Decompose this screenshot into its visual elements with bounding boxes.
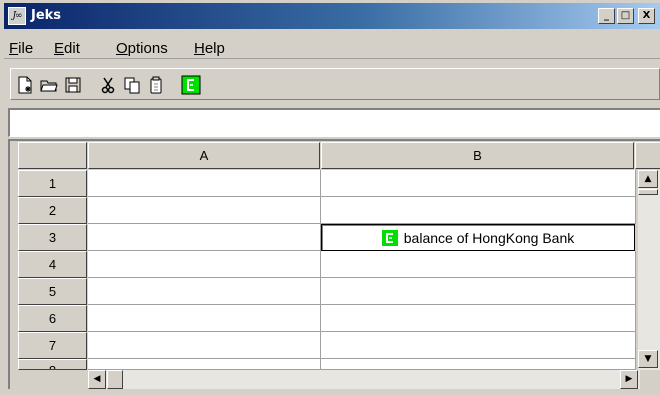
- save-disk-icon[interactable]: [63, 75, 83, 95]
- horizontal-scroll-thumb[interactable]: [107, 370, 123, 389]
- scroll-down-arrow-icon[interactable]: ▼: [638, 350, 658, 368]
- column-header-a[interactable]: A: [88, 142, 320, 169]
- cell-a6[interactable]: [88, 305, 321, 332]
- cell-b3[interactable]: balance of HongKong Bank: [321, 224, 635, 251]
- menu-bar: File Edit Options Help: [4, 31, 660, 59]
- vertical-scrollbar[interactable]: ▲ ▼: [638, 170, 660, 370]
- row-header-7[interactable]: 7: [18, 332, 87, 359]
- scroll-right-arrow-icon[interactable]: ▶: [620, 370, 638, 389]
- menu-file[interactable]: File: [9, 40, 33, 57]
- title-bar[interactable]: J∞ Jeks _ □ X: [4, 3, 660, 29]
- horizontal-scrollbar[interactable]: ◀ ▶: [88, 370, 640, 389]
- row-header-6[interactable]: 6: [18, 305, 87, 332]
- row-header-8[interactable]: 8: [18, 359, 87, 370]
- cell-a7[interactable]: [88, 332, 321, 359]
- cell-b6[interactable]: [321, 305, 636, 332]
- cell-b4[interactable]: [321, 251, 636, 278]
- close-button[interactable]: X: [638, 8, 655, 24]
- open-folder-icon[interactable]: [39, 75, 59, 95]
- cell-b8[interactable]: [321, 359, 636, 370]
- cell-a8[interactable]: [88, 359, 321, 370]
- formula-icon[interactable]: [181, 75, 201, 95]
- minimize-button[interactable]: _: [598, 8, 615, 24]
- grid-corner-header[interactable]: [18, 142, 87, 169]
- copy-icon[interactable]: [122, 75, 142, 95]
- application-window: J∞ Jeks _ □ X File Edit Options Help A B…: [0, 0, 660, 395]
- new-document-icon[interactable]: [15, 75, 35, 95]
- paste-icon[interactable]: [146, 75, 166, 95]
- row-header-1[interactable]: 1: [18, 170, 87, 197]
- cell-a3[interactable]: [88, 224, 321, 251]
- cell-a5[interactable]: [88, 278, 321, 305]
- menu-help[interactable]: Help: [194, 40, 225, 57]
- row-header-5[interactable]: 5: [18, 278, 87, 305]
- maximize-button[interactable]: □: [617, 8, 634, 24]
- menu-options[interactable]: Options: [116, 40, 168, 57]
- column-header-filler: [635, 142, 660, 169]
- column-header-b[interactable]: B: [321, 142, 634, 169]
- cell-a1[interactable]: [88, 170, 321, 197]
- cell-b7[interactable]: [321, 332, 636, 359]
- jeks-app-icon[interactable]: J∞: [8, 7, 26, 25]
- cell-b1[interactable]: [321, 170, 636, 197]
- vertical-scroll-thumb[interactable]: [638, 189, 658, 195]
- scroll-up-arrow-icon[interactable]: ▲: [638, 170, 658, 188]
- cell-a2[interactable]: [88, 197, 321, 224]
- row-header-3[interactable]: 3: [18, 224, 87, 251]
- cut-scissors-icon[interactable]: [98, 75, 118, 95]
- cell-b5[interactable]: [321, 278, 636, 305]
- cell-b2[interactable]: [321, 197, 636, 224]
- cell-b3-text: balance of HongKong Bank: [403, 229, 575, 246]
- formula-input[interactable]: [8, 108, 660, 137]
- row-header-2[interactable]: 2: [18, 197, 87, 224]
- scroll-left-arrow-icon[interactable]: ◀: [88, 370, 106, 389]
- menu-edit[interactable]: Edit: [54, 40, 80, 57]
- toolbar: [10, 68, 660, 100]
- window-title: Jeks: [31, 8, 62, 23]
- cell-a4[interactable]: [88, 251, 321, 278]
- row-header-4[interactable]: 4: [18, 251, 87, 278]
- formula-icon: [381, 229, 398, 246]
